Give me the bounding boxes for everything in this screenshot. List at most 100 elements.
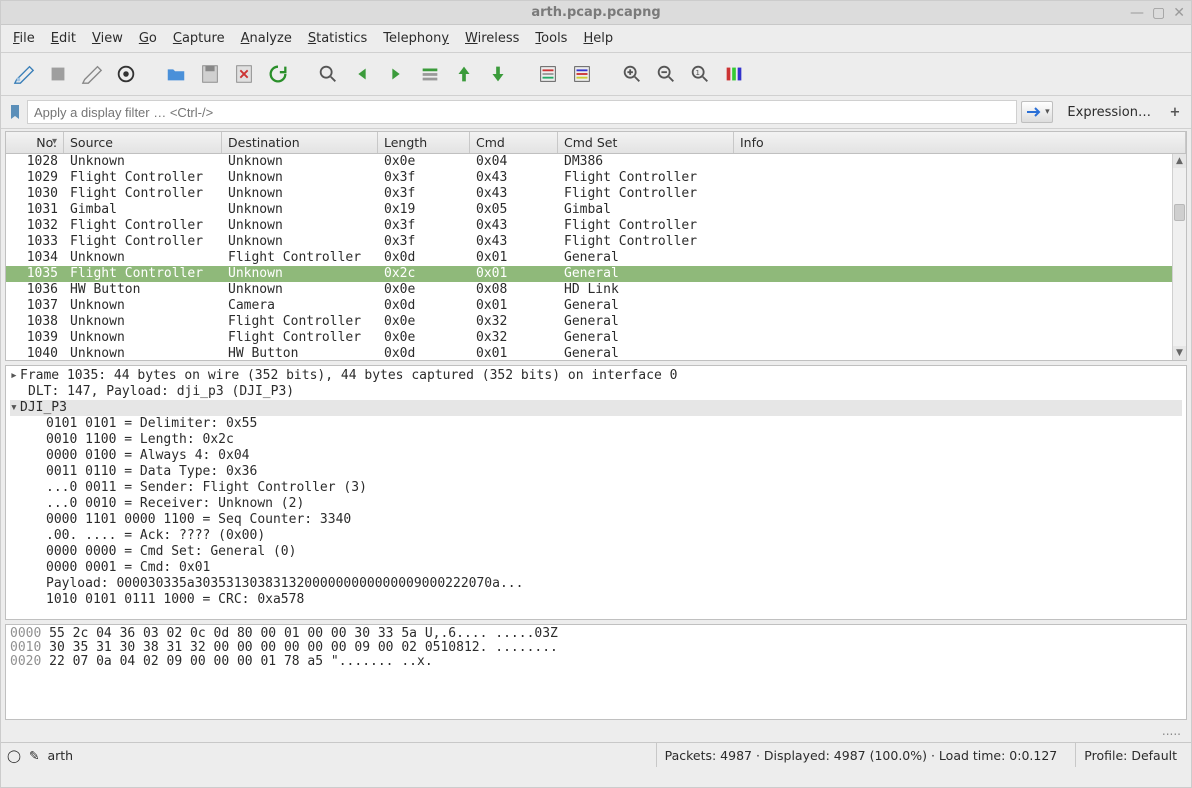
expression-button[interactable]: Expression…: [1057, 105, 1161, 120]
status-profile[interactable]: Profile: Default: [1075, 743, 1185, 767]
menu-wireless[interactable]: Wireless: [465, 31, 519, 46]
menu-analyze[interactable]: Analyze: [241, 31, 292, 46]
expand-icon[interactable]: ▸: [10, 368, 20, 384]
packet-row[interactable]: 1036HW ButtonUnknown0x0e0x08HD Link: [6, 282, 1172, 298]
detail-field[interactable]: .00. .... = Ack: ???? (0x00): [10, 528, 1182, 544]
detail-field[interactable]: ...0 0011 = Sender: Flight Controller (3…: [10, 480, 1182, 496]
auto-scroll-icon[interactable]: [533, 59, 563, 89]
scroll-down-icon[interactable]: ▼: [1173, 346, 1186, 360]
detail-dlt[interactable]: DLT: 147, Payload: dji_p3 (DJI_P3): [28, 384, 294, 399]
packet-row[interactable]: 1029Flight ControllerUnknown0x3f0x43Flig…: [6, 170, 1172, 186]
packet-list-header[interactable]: No.▾ Source Destination Length Cmd Cmd S…: [6, 132, 1186, 154]
column-cmdset[interactable]: Cmd Set: [558, 132, 734, 153]
scroll-up-icon[interactable]: ▲: [1173, 154, 1186, 168]
menu-help[interactable]: Help: [583, 31, 613, 46]
add-filter-button[interactable]: +: [1165, 105, 1185, 120]
menu-view[interactable]: View: [92, 31, 123, 46]
capture-start-icon[interactable]: [9, 59, 39, 89]
column-cmd[interactable]: Cmd: [470, 132, 558, 153]
menu-edit[interactable]: Edit: [51, 31, 76, 46]
detail-frame[interactable]: Frame 1035: 44 bytes on wire (352 bits),…: [20, 368, 677, 383]
packet-row[interactable]: 1031GimbalUnknown0x190x05Gimbal: [6, 202, 1172, 218]
close-file-icon[interactable]: [229, 59, 259, 89]
menu-statistics[interactable]: Statistics: [308, 31, 367, 46]
packet-list-scrollbar[interactable]: ▲ ▼: [1172, 154, 1186, 360]
packet-row[interactable]: 1035Flight ControllerUnknown0x2c0x01Gene…: [6, 266, 1172, 282]
go-next-icon[interactable]: [381, 59, 411, 89]
collapse-icon[interactable]: ▾: [10, 400, 20, 416]
colorize-icon[interactable]: [567, 59, 597, 89]
packet-row[interactable]: 1034UnknownFlight Controller0x0d0x01Gene…: [6, 250, 1172, 266]
save-file-icon[interactable]: [195, 59, 225, 89]
column-destination[interactable]: Destination: [222, 132, 378, 153]
packet-row[interactable]: 1032Flight ControllerUnknown0x3f0x43Flig…: [6, 218, 1172, 234]
packet-row[interactable]: 1038UnknownFlight Controller0x0e0x32Gene…: [6, 314, 1172, 330]
go-previous-icon[interactable]: [347, 59, 377, 89]
menu-capture[interactable]: Capture: [173, 31, 225, 46]
hex-row[interactable]: 0020 22 07 0a 04 02 09 00 00 00 01 78 a5…: [10, 655, 1182, 669]
open-file-icon[interactable]: [161, 59, 191, 89]
maximize-button[interactable]: ▢: [1152, 5, 1165, 21]
minimize-button[interactable]: —: [1130, 5, 1144, 21]
detail-protocol[interactable]: DJI_P3: [20, 400, 67, 415]
packet-row[interactable]: 1040UnknownHW Button0x0d0x01General: [6, 346, 1172, 360]
window-title: arth.pcap.pcapng: [531, 5, 660, 20]
resize-columns-icon[interactable]: [719, 59, 749, 89]
packet-row[interactable]: 1037UnknownCamera0x0d0x01General: [6, 298, 1172, 314]
go-first-icon[interactable]: [449, 59, 479, 89]
hex-row[interactable]: 0000 55 2c 04 36 03 02 0c 0d 80 00 01 00…: [10, 627, 1182, 641]
tabs-hint: .....: [1, 720, 1191, 742]
detail-field[interactable]: 0010 1100 = Length: 0x2c: [10, 432, 1182, 448]
wireshark-window: arth.pcap.pcapng — ▢ ✕ File Edit View Go…: [0, 0, 1192, 788]
detail-field[interactable]: 0000 0100 = Always 4: 0x04: [10, 448, 1182, 464]
zoom-in-icon[interactable]: [617, 59, 647, 89]
titlebar[interactable]: arth.pcap.pcapng — ▢ ✕: [1, 1, 1191, 25]
packet-row[interactable]: 1028UnknownUnknown0x0e0x04DM386: [6, 154, 1172, 170]
find-packet-icon[interactable]: [313, 59, 343, 89]
apply-filter-button[interactable]: ▾: [1021, 101, 1053, 123]
packet-row[interactable]: 1030Flight ControllerUnknown0x3f0x43Flig…: [6, 186, 1172, 202]
detail-field[interactable]: Payload: 000030335a303531303831320000000…: [10, 576, 1182, 592]
capture-options-icon[interactable]: [111, 59, 141, 89]
go-last-icon[interactable]: [483, 59, 513, 89]
packet-details-pane[interactable]: ▸Frame 1035: 44 bytes on wire (352 bits)…: [5, 365, 1187, 620]
goto-packet-icon[interactable]: [415, 59, 445, 89]
detail-field[interactable]: 0000 1101 0000 1100 = Seq Counter: 3340: [10, 512, 1182, 528]
toolbar: 1: [1, 53, 1191, 96]
packet-list-pane[interactable]: No.▾ Source Destination Length Cmd Cmd S…: [5, 131, 1187, 361]
column-source[interactable]: Source: [64, 132, 222, 153]
menu-tools[interactable]: Tools: [535, 31, 567, 46]
status-file: arth: [47, 748, 73, 763]
menu-file[interactable]: File: [13, 31, 35, 46]
capture-stop-icon[interactable]: [43, 59, 73, 89]
zoom-reset-icon[interactable]: 1: [685, 59, 715, 89]
display-filter-input[interactable]: [27, 100, 1017, 124]
column-no[interactable]: No.▾: [6, 132, 64, 153]
hex-pane[interactable]: 0000 55 2c 04 36 03 02 0c 0d 80 00 01 00…: [5, 624, 1187, 720]
reload-icon[interactable]: [263, 59, 293, 89]
capture-restart-icon[interactable]: [77, 59, 107, 89]
hex-row[interactable]: 0010 30 35 31 30 38 31 32 00 00 00 00 00…: [10, 641, 1182, 655]
bookmark-icon[interactable]: [7, 104, 23, 120]
window-controls: — ▢ ✕: [1130, 1, 1185, 25]
column-info[interactable]: Info: [734, 132, 1186, 153]
edit-icon[interactable]: ✎: [29, 748, 39, 763]
filter-bar: ▾ Expression… +: [1, 96, 1191, 129]
zoom-out-icon[interactable]: [651, 59, 681, 89]
detail-field[interactable]: 0101 0101 = Delimiter: 0x55: [10, 416, 1182, 432]
status-led-icon: ◯: [7, 748, 21, 763]
menubar: File Edit View Go Capture Analyze Statis…: [1, 25, 1191, 53]
detail-field[interactable]: 1010 0101 0111 1000 = CRC: 0xa578: [10, 592, 1182, 608]
column-length[interactable]: Length: [378, 132, 470, 153]
sort-indicator-icon: ▾: [52, 136, 57, 147]
detail-field[interactable]: 0011 0110 = Data Type: 0x36: [10, 464, 1182, 480]
detail-field[interactable]: 0000 0001 = Cmd: 0x01: [10, 560, 1182, 576]
menu-telephony[interactable]: Telephony: [383, 31, 449, 46]
packet-row[interactable]: 1039UnknownFlight Controller0x0e0x32Gene…: [6, 330, 1172, 346]
menu-go[interactable]: Go: [139, 31, 157, 46]
packet-list-body[interactable]: 1028UnknownUnknown0x0e0x04DM3861029Fligh…: [6, 154, 1172, 360]
detail-field[interactable]: ...0 0010 = Receiver: Unknown (2): [10, 496, 1182, 512]
packet-row[interactable]: 1033Flight ControllerUnknown0x3f0x43Flig…: [6, 234, 1172, 250]
detail-field[interactable]: 0000 0000 = Cmd Set: General (0): [10, 544, 1182, 560]
close-button[interactable]: ✕: [1173, 5, 1185, 21]
